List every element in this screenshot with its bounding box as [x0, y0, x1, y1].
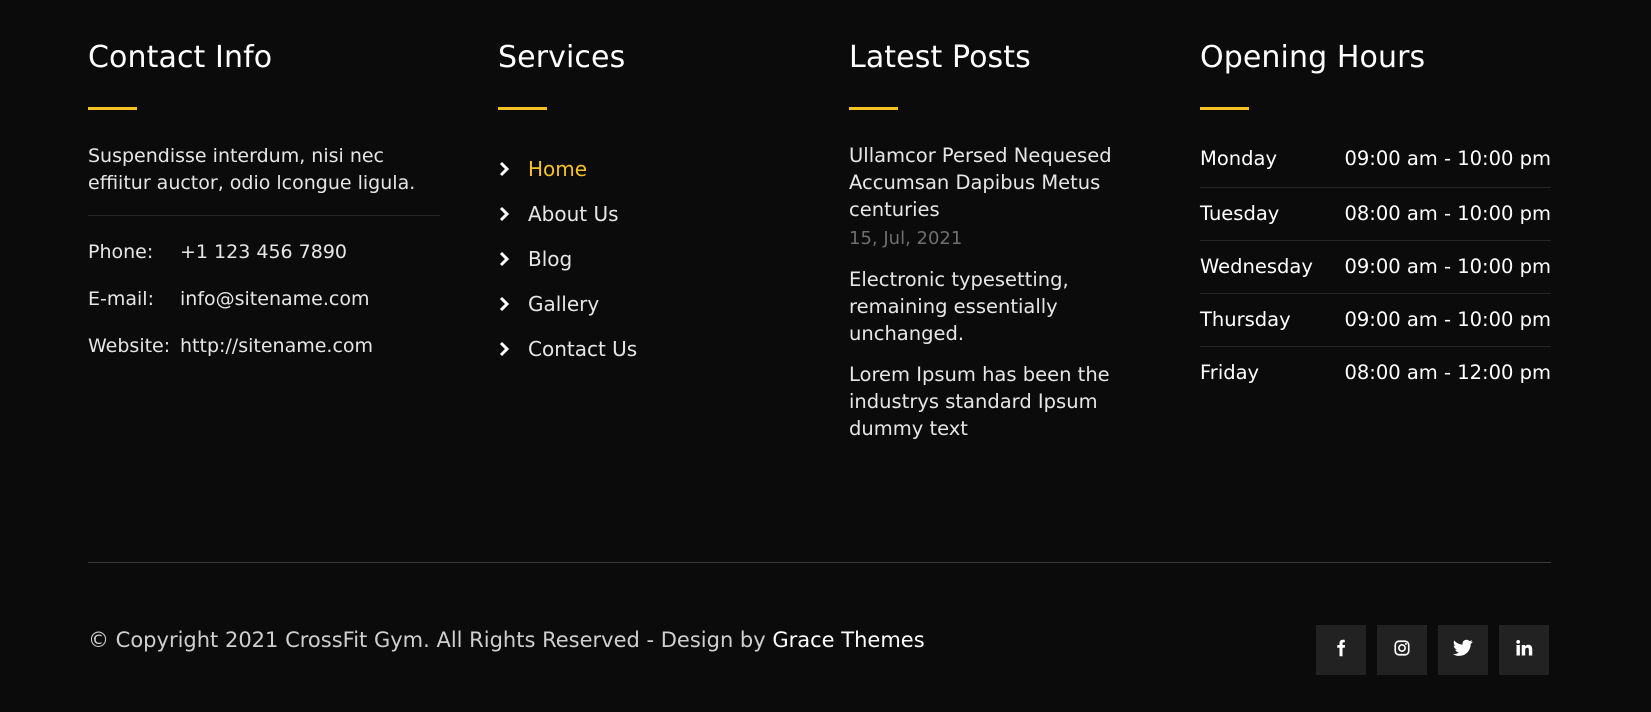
- opening-hours-column: Opening Hours Monday 09:00 am - 10:00 pm…: [1200, 38, 1551, 399]
- copyright-prefix: © Copyright 2021 CrossFit Gym. All Right…: [88, 628, 773, 652]
- chevron-right-icon: [498, 251, 510, 267]
- hours-time: 09:00 am - 10:00 pm: [1344, 255, 1551, 278]
- hours-day: Friday: [1200, 361, 1260, 384]
- hours-time: 09:00 am - 10:00 pm: [1344, 147, 1551, 170]
- post-item[interactable]: Lorem Ipsum has been the industrys stand…: [849, 361, 1149, 442]
- phone-value[interactable]: +1 123 456 7890: [180, 241, 347, 288]
- contact-info-column: Contact Info Suspendisse interdum, nisi …: [88, 38, 440, 382]
- linkedin-icon: [1515, 639, 1533, 661]
- title-accent-bar: [849, 107, 898, 110]
- latest-posts-column: Latest Posts Ullamcor Persed Nequesed Ac…: [849, 38, 1149, 456]
- instagram-button[interactable]: [1377, 625, 1427, 675]
- social-links: [1316, 625, 1549, 675]
- contact-label: Website:: [88, 335, 171, 357]
- instagram-icon: [1393, 639, 1411, 661]
- email-value[interactable]: info@sitename.com: [180, 288, 369, 335]
- post-date: 15, Jul, 2021: [849, 228, 963, 249]
- contact-row-website: Website: http://sitename.com: [88, 335, 440, 382]
- contact-divider: [88, 215, 440, 216]
- hours-time: 09:00 am - 10:00 pm: [1344, 308, 1551, 331]
- service-link-gallery[interactable]: Gallery: [498, 281, 798, 326]
- hours-day: Thursday: [1200, 308, 1291, 331]
- copyright-text: © Copyright 2021 CrossFit Gym. All Right…: [88, 628, 925, 652]
- posts-list: Ullamcor Persed Nequesed Accumsan Dapibu…: [849, 142, 1149, 442]
- post-title: Lorem Ipsum has been the industrys stand…: [849, 363, 1110, 440]
- hours-row-wednesday: Wednesday 09:00 am - 10:00 pm: [1200, 241, 1551, 294]
- chevron-right-icon: [498, 341, 510, 357]
- hours-row-tuesday: Tuesday 08:00 am - 10:00 pm: [1200, 188, 1551, 241]
- post-title: Electronic typesetting, remaining essent…: [849, 268, 1069, 345]
- latest-posts-title: Latest Posts: [849, 40, 1031, 75]
- post-item[interactable]: Electronic typesetting, remaining essent…: [849, 266, 1149, 347]
- hours-row-friday: Friday 08:00 am - 12:00 pm: [1200, 347, 1551, 399]
- chevron-right-icon: [498, 206, 510, 222]
- post-item[interactable]: Ullamcor Persed Nequesed Accumsan Dapibu…: [849, 142, 1149, 252]
- hours-day: Tuesday: [1200, 202, 1280, 225]
- title-accent-bar: [88, 107, 137, 110]
- contact-list: Phone: +1 123 456 7890 E-mail: info@site…: [88, 241, 440, 382]
- service-link-about-us[interactable]: About Us: [498, 191, 798, 236]
- services-column: Services Home About Us Blog Gallery Cont…: [498, 38, 798, 387]
- twitter-icon: [1453, 639, 1473, 661]
- services-title: Services: [498, 40, 626, 75]
- title-accent-bar: [498, 107, 547, 110]
- hours-day: Monday: [1200, 147, 1277, 170]
- hours-row-thursday: Thursday 09:00 am - 10:00 pm: [1200, 294, 1551, 347]
- contact-label: Phone:: [88, 241, 154, 263]
- chevron-right-icon: [498, 161, 510, 177]
- service-label: Home: [528, 156, 588, 181]
- hours-time: 08:00 am - 10:00 pm: [1344, 202, 1551, 225]
- service-link-home[interactable]: Home: [498, 146, 798, 191]
- service-label: Gallery: [528, 291, 600, 316]
- footer-top: Contact Info Suspendisse interdum, nisi …: [88, 0, 1551, 560]
- service-link-blog[interactable]: Blog: [498, 236, 798, 281]
- services-list: Home About Us Blog Gallery Contact Us: [498, 146, 798, 371]
- service-link-contact-us[interactable]: Contact Us: [498, 326, 798, 371]
- post-title: Ullamcor Persed Nequesed Accumsan Dapibu…: [849, 144, 1112, 221]
- linkedin-button[interactable]: [1499, 625, 1549, 675]
- chevron-right-icon: [498, 296, 510, 312]
- website-value[interactable]: http://sitename.com: [180, 335, 373, 382]
- opening-hours-title: Opening Hours: [1200, 40, 1426, 75]
- footer-divider: [88, 562, 1551, 563]
- contact-info-title: Contact Info: [88, 40, 273, 75]
- contact-description: Suspendisse interdum, nisi nec effiitur …: [88, 145, 416, 194]
- service-label: Blog: [528, 246, 573, 271]
- service-label: Contact Us: [528, 336, 638, 361]
- hours-day: Wednesday: [1200, 255, 1313, 278]
- contact-label: E-mail:: [88, 288, 154, 310]
- title-accent-bar: [1200, 107, 1249, 110]
- facebook-icon: [1332, 639, 1350, 661]
- contact-row-phone: Phone: +1 123 456 7890: [88, 241, 440, 288]
- twitter-button[interactable]: [1438, 625, 1488, 675]
- hours-row-monday: Monday 09:00 am - 10:00 pm: [1200, 144, 1551, 188]
- designer-link[interactable]: Grace Themes: [772, 628, 924, 652]
- facebook-button[interactable]: [1316, 625, 1366, 675]
- service-label: About Us: [528, 201, 619, 226]
- contact-row-email: E-mail: info@sitename.com: [88, 288, 440, 335]
- hours-time: 08:00 am - 12:00 pm: [1344, 361, 1551, 384]
- hours-list: Monday 09:00 am - 10:00 pm Tuesday 08:00…: [1200, 144, 1551, 399]
